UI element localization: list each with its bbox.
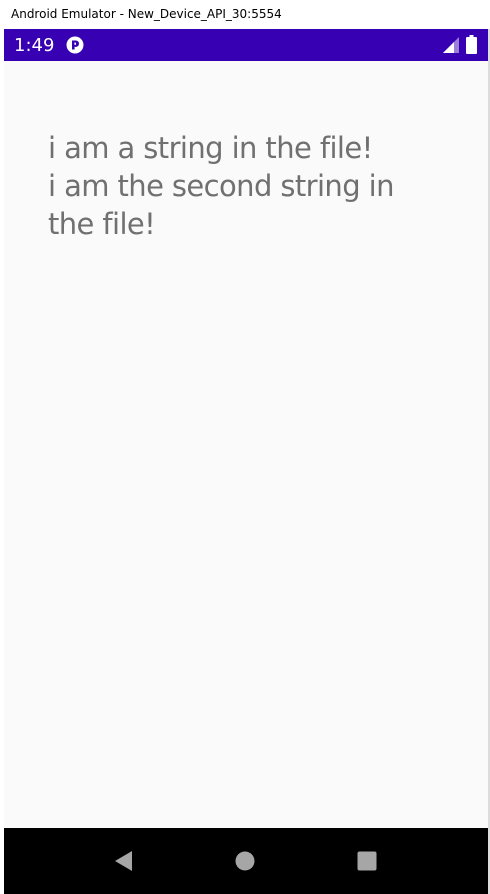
battery-icon — [466, 35, 477, 54]
signal-icon — [443, 37, 459, 53]
file-line-2: i am the second string in the file! — [48, 169, 394, 241]
window-title: Android Emulator - New_Device_API_30:555… — [0, 0, 490, 29]
home-button[interactable] — [231, 847, 259, 875]
file-text: i am a string in the file! i am the seco… — [48, 129, 428, 243]
status-time: 1:49 — [14, 35, 55, 56]
recents-button[interactable] — [353, 847, 381, 875]
status-bar: 1:49 — [4, 29, 488, 61]
back-button[interactable] — [110, 847, 138, 875]
file-line-1: i am a string in the file! — [48, 131, 373, 165]
navigation-bar — [4, 828, 488, 894]
emulator-window: Android Emulator - New_Device_API_30:555… — [0, 0, 490, 894]
device-screen: 1:49 i am a string in the file! i am the… — [4, 29, 488, 894]
app-content: i am a string in the file! i am the seco… — [4, 61, 488, 828]
app-notification-icon — [66, 36, 84, 54]
